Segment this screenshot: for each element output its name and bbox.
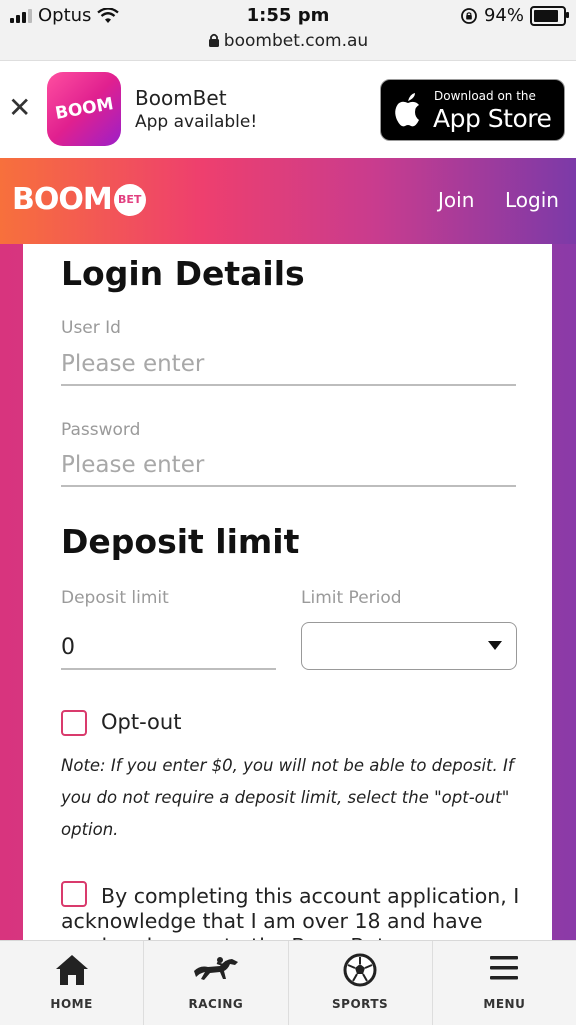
boombet-logo[interactable]: BOOM BET <box>12 182 146 217</box>
status-right: 94% <box>460 5 569 26</box>
nav-sports-label: SPORTS <box>332 997 389 1011</box>
status-bar: Optus 1:55 pm boombet.com.au 94% <box>0 0 576 61</box>
user-id-input[interactable] <box>61 344 516 386</box>
hamburger-icon <box>490 956 519 980</box>
user-id-label: User Id <box>61 318 121 338</box>
boombet-app-icon[interactable]: BOOM <box>47 72 121 146</box>
deposit-limit-label: Deposit limit <box>61 588 169 608</box>
dropdown-arrow-icon <box>488 641 502 650</box>
deposit-note: Note: If you enter $0, you will not be a… <box>61 756 514 839</box>
close-icon[interactable]: ✕ <box>8 91 31 124</box>
lock-icon <box>208 33 219 47</box>
horse-icon <box>193 957 238 980</box>
app-subtitle: App available! <box>135 112 258 132</box>
password-input[interactable] <box>61 445 516 487</box>
nav-sports[interactable]: SPORTS <box>289 941 433 1025</box>
app-name: BoomBet <box>135 86 227 110</box>
deposit-limit-input[interactable] <box>61 626 276 670</box>
registration-form: Login Details User Id Password Deposit l… <box>23 244 552 958</box>
limit-period-select[interactable] <box>301 622 517 670</box>
app-store-small-text: Download on the <box>434 89 536 103</box>
home-icon <box>55 955 88 985</box>
app-banner: ✕ BOOM BoomBet App available! Download o… <box>0 61 576 157</box>
url-text: boombet.com.au <box>223 31 369 51</box>
nav-home[interactable]: HOME <box>0 941 145 1025</box>
login-details-heading: Login Details <box>61 254 305 293</box>
bottom-nav: HOME RACING SPORTS MENU <box>0 940 576 1025</box>
soccer-ball-icon <box>343 953 377 987</box>
password-label: Password <box>61 420 141 440</box>
battery-percent: 94% <box>483 5 524 26</box>
limit-period-label: Limit Period <box>301 588 402 608</box>
nav-menu-label: MENU <box>483 997 526 1011</box>
deposit-limit-heading: Deposit limit <box>61 522 300 561</box>
opt-out-checkbox[interactable] <box>61 710 87 736</box>
opt-out-label: Opt-out <box>101 710 182 734</box>
rotation-lock-icon <box>461 7 477 24</box>
battery-icon <box>530 5 569 26</box>
site-header: BOOM BET Join Login <box>0 158 576 244</box>
nav-racing[interactable]: RACING <box>144 941 289 1025</box>
app-store-button[interactable]: Download on the App Store <box>380 79 565 141</box>
join-link[interactable]: Join <box>438 188 474 212</box>
url-bar[interactable]: boombet.com.au <box>0 31 576 51</box>
app-store-big-text: App Store <box>433 104 552 133</box>
apple-icon <box>395 93 419 127</box>
nav-menu[interactable]: MENU <box>433 941 576 1025</box>
nav-home-label: HOME <box>50 997 93 1011</box>
login-link[interactable]: Login <box>505 188 559 212</box>
nav-racing-label: RACING <box>188 997 244 1011</box>
